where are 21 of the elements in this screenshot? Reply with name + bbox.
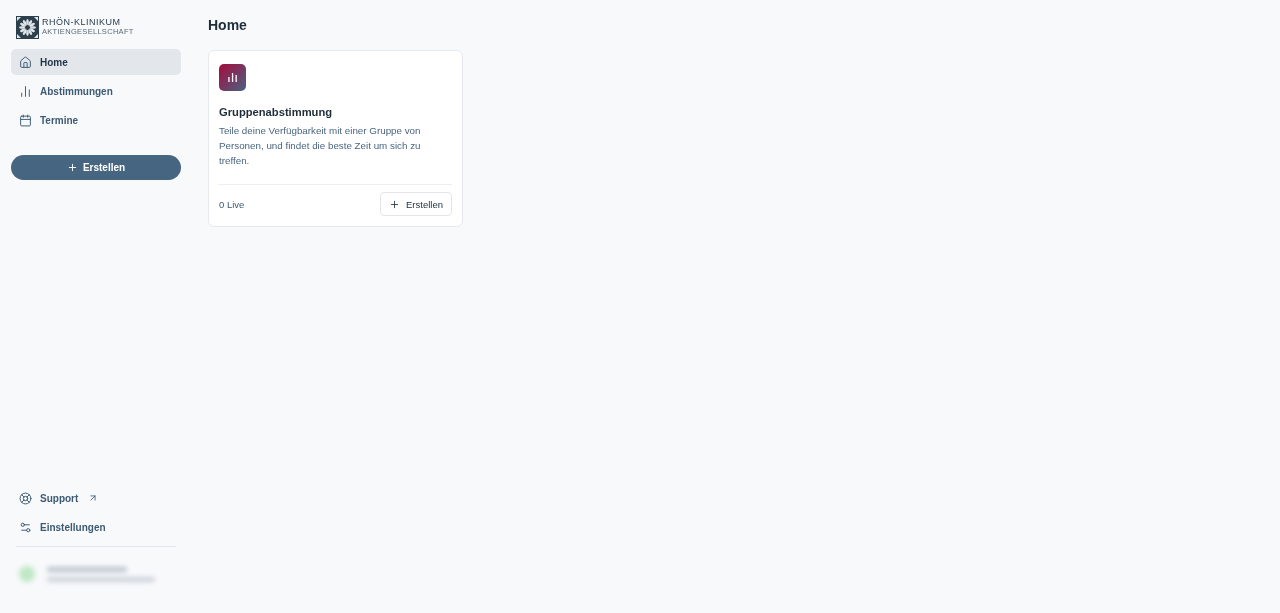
card-title: Gruppenabstimmung <box>219 105 334 119</box>
plus-icon <box>389 198 401 210</box>
nav-item[interactable]: Home <box>11 49 181 75</box>
create-button[interactable]: Erstellen <box>11 155 181 180</box>
bar-chart-icon <box>19 84 32 98</box>
nav-item[interactable]: Abstimmungen <box>11 78 181 104</box>
live-count: 0 Live <box>219 198 245 210</box>
plus-icon <box>66 162 78 173</box>
nav-item[interactable]: Termine <box>11 107 181 133</box>
logo-name: RHÖN-KLINIKUM <box>42 18 122 28</box>
create-button[interactable]: Erstellen <box>380 192 452 216</box>
page-title: Home <box>208 16 247 34</box>
logo-icon <box>16 15 39 39</box>
lifebuoy-icon <box>19 491 32 505</box>
calendar-icon <box>19 113 32 127</box>
bar-chart-icon <box>219 64 246 91</box>
footer-link[interactable]: Support <box>11 485 181 511</box>
card-description: Teile deine Verfügbarkeit mit einer Gruppe von Personen, und findet die beste Zeit um sich zu treffen. <box>219 124 422 168</box>
footer-link[interactable]: Einstellungen <box>11 514 181 540</box>
home-icon <box>19 55 32 69</box>
settings-icon <box>19 520 32 534</box>
